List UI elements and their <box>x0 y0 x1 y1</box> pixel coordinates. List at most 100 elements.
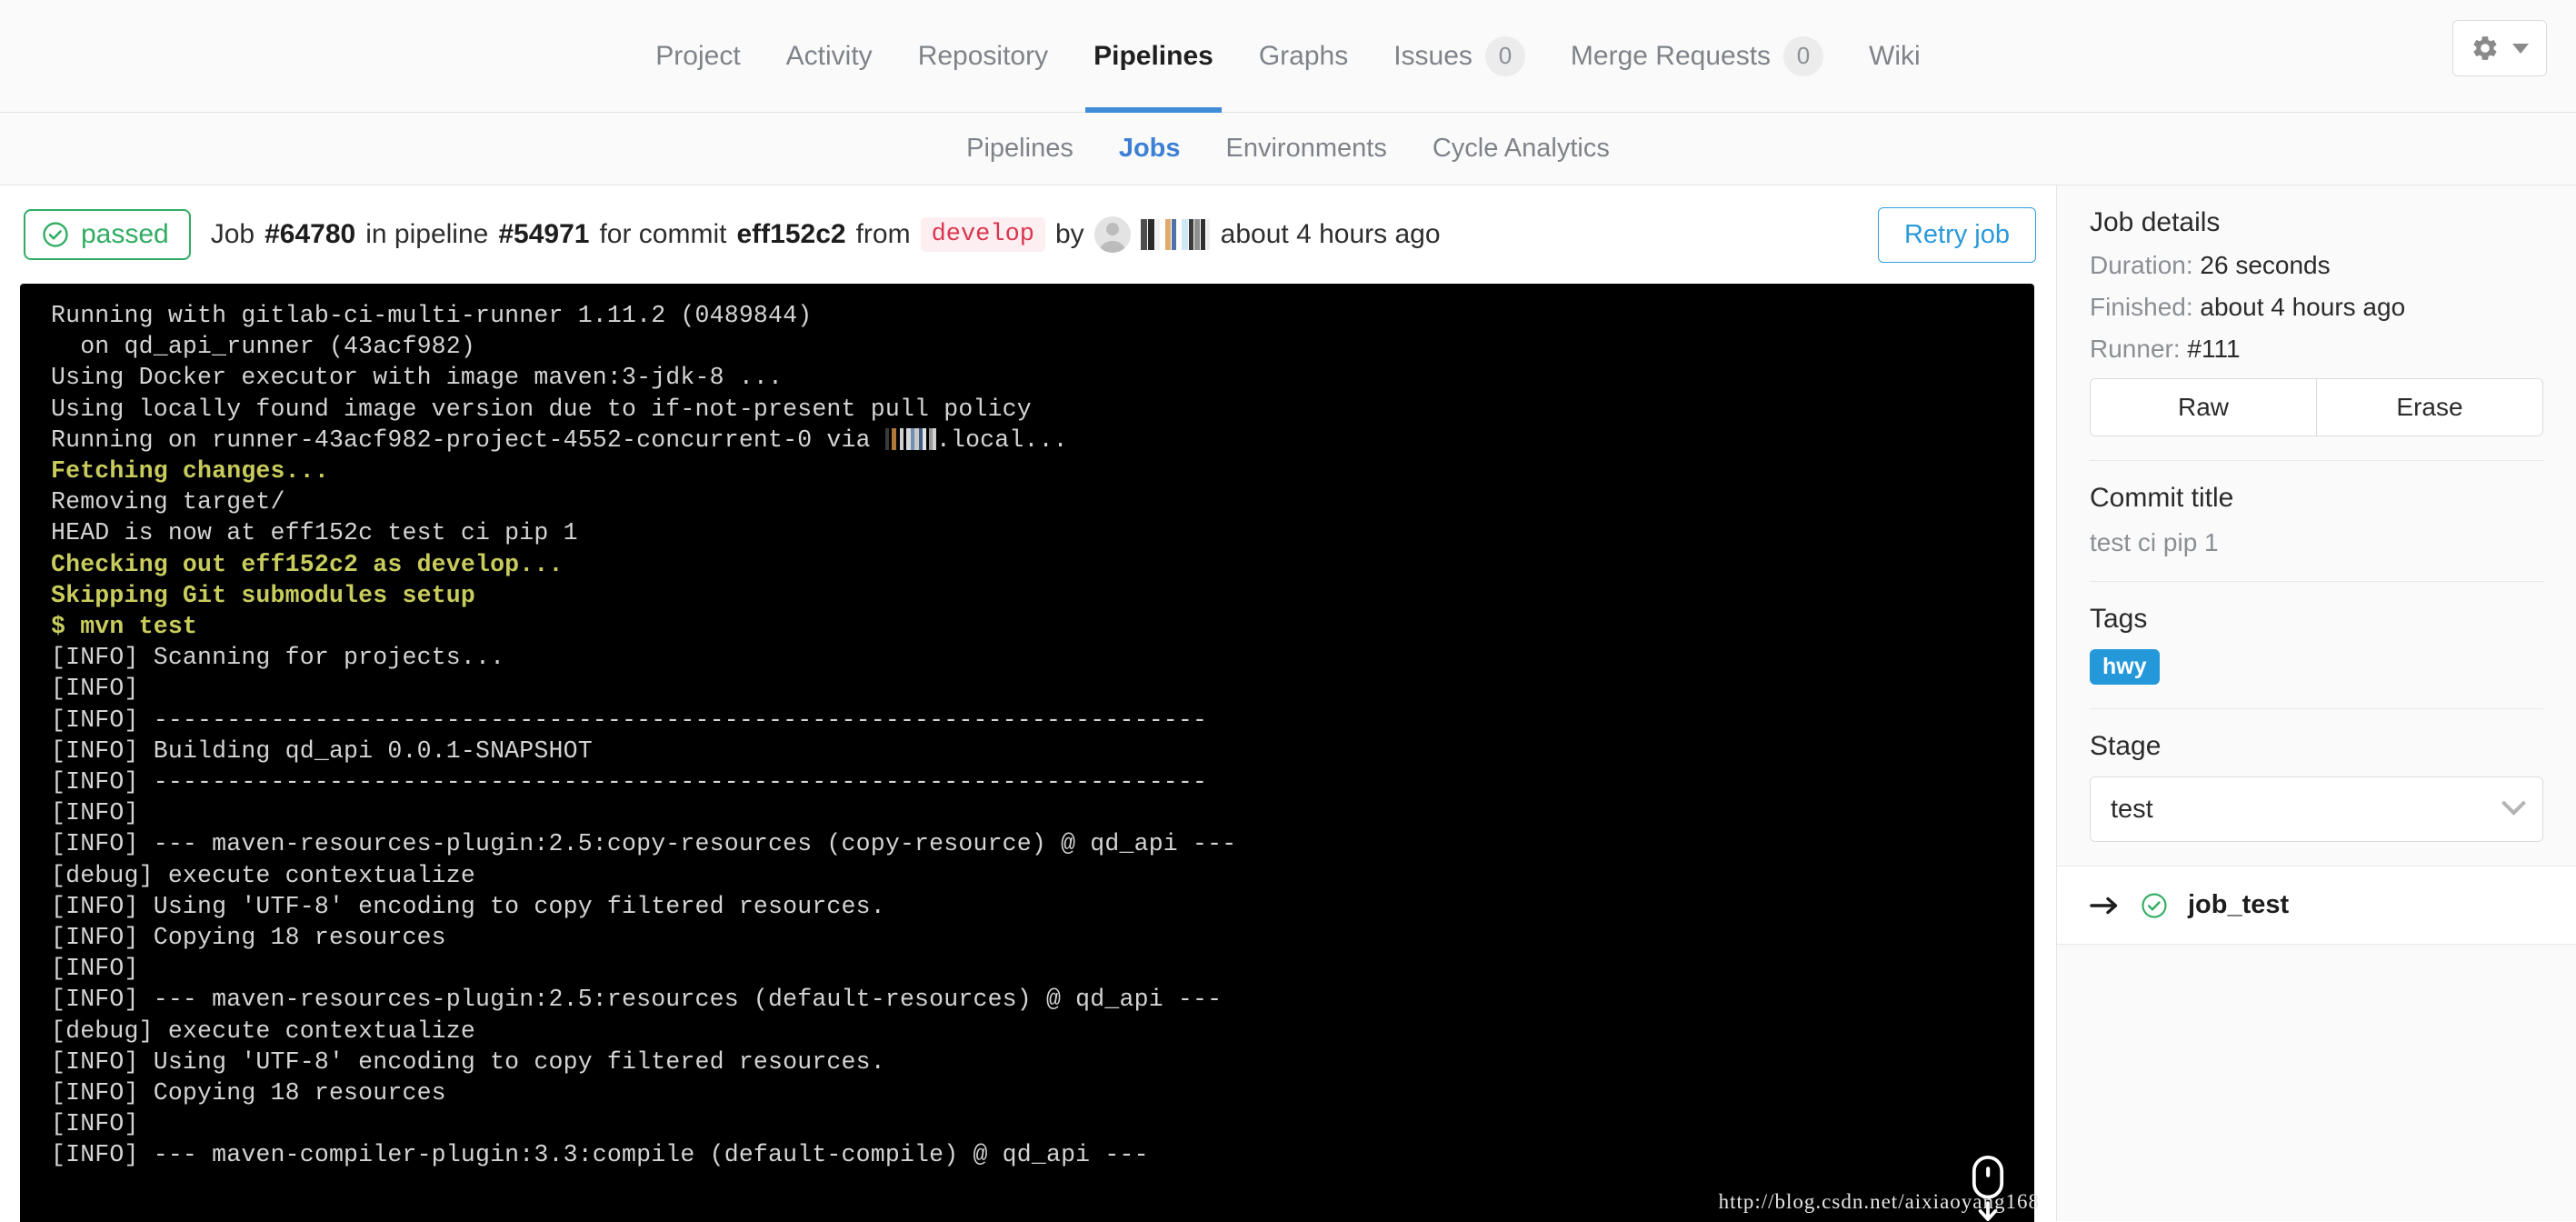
nav-item-activity[interactable]: Activity <box>764 0 895 113</box>
branch-name[interactable]: develop <box>920 217 1045 252</box>
retry-job-button[interactable]: Retry job <box>1877 206 2036 263</box>
commit-title-heading: Commit title <box>2090 483 2234 513</box>
secondary-navigation: Pipelines Jobs Environments Cycle Analytics <box>0 113 2576 185</box>
log-actions: Raw Erase <box>2090 378 2543 436</box>
log-line: [INFO] --- maven-compiler-plugin:3.3:com… <box>51 1141 1149 1169</box>
log-line: [INFO] --- maven-resources-plugin:2.5:co… <box>51 830 1237 858</box>
nav-item-graphs[interactable]: Graphs <box>1236 0 1371 113</box>
sidebar-job-name: job_test <box>2188 890 2290 919</box>
author-name-redacted <box>1140 219 1211 250</box>
primary-navigation: Project Activity Repository Pipelines Graphs… <box>0 0 2576 113</box>
log-line: [INFO] <box>51 799 154 827</box>
log-line: [INFO] Copying 18 resources <box>51 924 446 952</box>
log-line-suffix: .local... <box>935 426 1068 454</box>
nav-item-label: Wiki <box>1869 40 1921 71</box>
by-label: by <box>1054 219 1084 249</box>
log-line: Running on runner-43acf982-project-4552-… <box>51 425 2034 456</box>
secondary-nav-items: Pipelines Jobs Environments Cycle Analytics <box>944 134 1632 164</box>
log-line: [INFO] Using 'UTF-8' encoding to copy fi… <box>51 892 885 920</box>
job-log-terminal[interactable]: Running with gitlab-ci-multi-runner 1.11… <box>20 284 2034 1222</box>
log-line: Using Docker executor with image maven:3… <box>51 364 784 392</box>
log-line: [INFO] Scanning for projects... <box>51 644 505 672</box>
log-line: [INFO] --- maven-resources-plugin:2.5:re… <box>51 986 1223 1014</box>
tag-badge[interactable]: hwy <box>2090 649 2160 685</box>
log-line: Checking out eff152c2 as develop... <box>51 550 564 578</box>
sidebar-job-item[interactable]: job_test <box>2057 866 2576 945</box>
page-body: passed Job #64780 in pipeline #54971 for… <box>0 185 2576 1222</box>
log-line: [INFO] <box>51 955 154 983</box>
runner-label: Runner: <box>2090 335 2181 363</box>
nav-item-merge-requests[interactable]: Merge Requests 0 <box>1548 0 1846 113</box>
avatar[interactable] <box>1093 216 1131 253</box>
duration-value: 26 seconds <box>2200 251 2331 279</box>
log-line: [INFO] <box>51 1110 154 1138</box>
log-line: [INFO] ---------------------------------… <box>51 706 1208 734</box>
job-details-title: Job details <box>2090 207 2221 237</box>
watermark: http://blog.csdn.net/aixiaoyang168 <box>1718 1190 2040 1213</box>
status-badge[interactable]: passed <box>24 209 191 260</box>
log-line-text: Running on runner-43acf982-project-4552-… <box>51 426 885 454</box>
stage-block: Stage test <box>2057 709 2576 866</box>
nav-item-label: Graphs <box>1258 40 1349 71</box>
log-line: [INFO] Building qd_api 0.0.1-SNAPSHOT <box>51 736 593 765</box>
tab-environments[interactable]: Environments <box>1203 134 1410 164</box>
runner-value[interactable]: #111 <box>2187 335 2240 363</box>
nav-item-issues[interactable]: Issues 0 <box>1371 0 1548 113</box>
for-commit-label: for commit <box>599 219 727 249</box>
log-line: [debug] execute contextualize <box>51 1017 475 1045</box>
finished-value: about 4 hours ago <box>2200 293 2406 321</box>
log-line: on qd_api_runner (43acf982) <box>51 333 475 361</box>
job-timestamp: about 4 hours ago <box>1220 219 1441 249</box>
log-line: $ mvn test <box>51 613 198 641</box>
log-line: HEAD is now at eff152c test ci pip 1 <box>51 519 578 547</box>
project-settings-button[interactable] <box>2452 20 2547 76</box>
pipeline-id[interactable]: #54971 <box>498 219 589 250</box>
job-id[interactable]: #64780 <box>265 219 355 250</box>
job-sidebar: Job details Duration: 26 seconds Finishe… <box>2056 185 2576 1221</box>
job-header: passed Job #64780 in pipeline #54971 for… <box>0 185 2056 284</box>
commit-title-block: Commit title test ci pip 1 <box>2057 461 2576 581</box>
raw-button[interactable]: Raw <box>2090 378 2317 436</box>
job-title: Job #64780 in pipeline #54971 for commit… <box>211 216 1441 253</box>
tags-heading: Tags <box>2090 604 2148 634</box>
tags-block: Tags hwy <box>2057 582 2576 708</box>
job-log-lines: Running with gitlab-ci-multi-runner 1.11… <box>51 300 2034 1171</box>
log-line: Removing target/ <box>51 488 285 516</box>
nav-item-wiki[interactable]: Wiki <box>1846 0 1943 113</box>
check-circle-icon <box>2142 892 2167 918</box>
log-line: [INFO] ---------------------------------… <box>51 768 1208 796</box>
erase-button[interactable]: Erase <box>2317 378 2543 436</box>
finished-row: Finished: about 4 hours ago <box>2090 295 2543 320</box>
in-pipeline-label: in pipeline <box>365 219 489 249</box>
log-line: [debug] execute contextualize <box>51 861 475 889</box>
hostname-redacted <box>884 427 936 450</box>
commit-title-value: test ci pip 1 <box>2090 528 2219 556</box>
duration-label: Duration: <box>2090 251 2193 279</box>
nav-count-badge: 0 <box>1484 35 1525 76</box>
tab-cycle-analytics[interactable]: Cycle Analytics <box>1410 134 1632 164</box>
main-column: passed Job #64780 in pipeline #54971 for… <box>0 185 2056 1222</box>
nav-item-label: Repository <box>917 40 1049 71</box>
stage-dropdown[interactable]: test <box>2090 776 2543 842</box>
tab-pipelines[interactable]: Pipelines <box>944 134 1096 164</box>
job-prefix: Job <box>210 219 255 249</box>
runner-row: Runner: #111 <box>2090 336 2543 362</box>
status-label: passed <box>81 219 169 249</box>
chevron-down-icon <box>2512 43 2529 54</box>
nav-item-repository[interactable]: Repository <box>895 0 1071 113</box>
nav-item-label: Merge Requests <box>1570 40 1772 71</box>
primary-nav-items: Project Activity Repository Pipelines Graphs… <box>633 0 1942 113</box>
duration-row: Duration: 26 seconds <box>2090 253 2543 278</box>
log-line: [INFO] Using 'UTF-8' encoding to copy fi… <box>51 1047 885 1076</box>
commit-sha[interactable]: eff152c2 <box>736 219 845 250</box>
log-line: [INFO] <box>51 675 154 703</box>
finished-label: Finished: <box>2090 293 2193 321</box>
nav-count-badge: 0 <box>1783 35 1824 76</box>
log-line: [INFO] Copying 18 resources <box>51 1079 446 1107</box>
nav-item-label: Project <box>655 40 741 71</box>
nav-item-pipelines[interactable]: Pipelines <box>1071 0 1236 113</box>
nav-item-label: Issues <box>1393 40 1473 71</box>
check-circle-icon <box>43 222 68 247</box>
nav-item-project[interactable]: Project <box>633 0 763 113</box>
tab-jobs[interactable]: Jobs <box>1096 134 1203 164</box>
